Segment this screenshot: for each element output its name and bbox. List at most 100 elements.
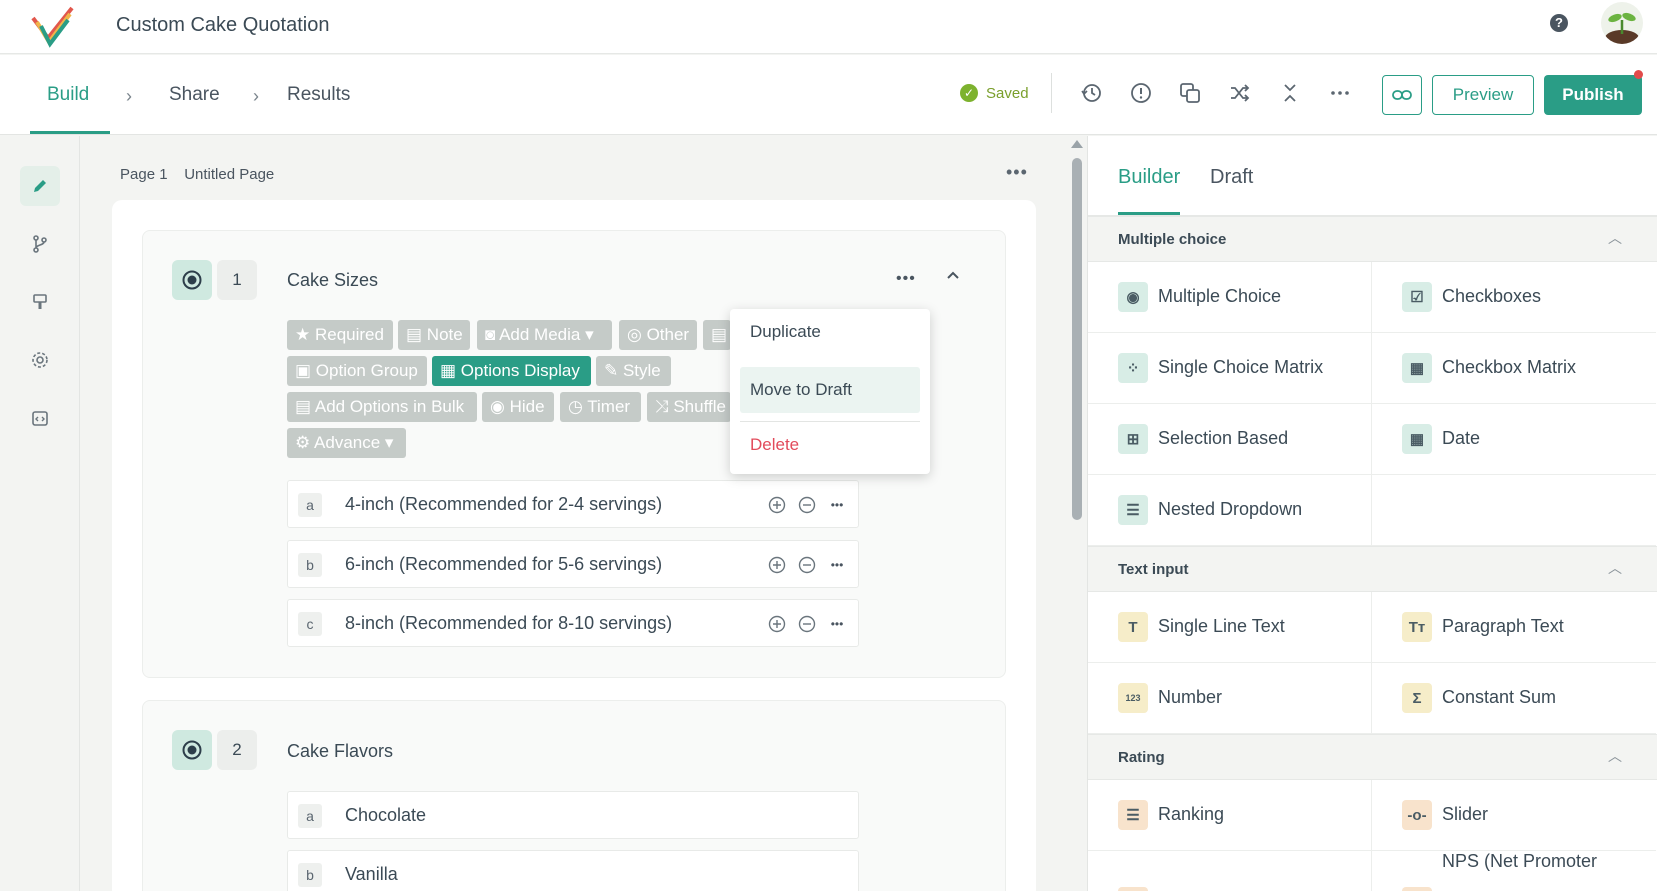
- collapse-icon[interactable]: [1277, 80, 1303, 106]
- section-text-input[interactable]: Text input ︿: [1088, 546, 1657, 592]
- gear-icon[interactable]: [20, 340, 60, 380]
- type-ranking[interactable]: ☰ Ranking: [1088, 780, 1372, 851]
- type-single-line-text[interactable]: T Single Line Text: [1088, 592, 1372, 663]
- section-multiple-choice[interactable]: Multiple choice ︿: [1088, 216, 1657, 262]
- question-more-icon[interactable]: •••: [896, 270, 916, 288]
- branch-icon[interactable]: [20, 224, 60, 264]
- add-option-icon[interactable]: [767, 495, 787, 515]
- chip-label: Option Group: [315, 361, 418, 380]
- advance-chip[interactable]: ⚙ Advance ▾: [287, 428, 406, 458]
- app-logo[interactable]: [30, 4, 76, 48]
- note-chip[interactable]: ▤ Note: [398, 320, 470, 350]
- remove-option-icon[interactable]: [797, 555, 817, 575]
- chip-label: Style: [622, 361, 661, 380]
- type-checkbox-matrix[interactable]: ▦ Checkbox Matrix: [1372, 333, 1656, 404]
- chevron-up-icon[interactable]: [946, 268, 960, 282]
- other-chip[interactable]: ◎ Other: [619, 320, 697, 350]
- tab-builder[interactable]: Builder: [1118, 166, 1180, 189]
- option-row[interactable]: a Chocolate: [287, 791, 859, 839]
- option-letter: b: [298, 553, 322, 577]
- paint-icon[interactable]: [20, 282, 60, 322]
- page-name[interactable]: Untitled Page: [184, 166, 274, 183]
- hide-chip[interactable]: ◉ Hide: [482, 392, 554, 422]
- add-option-icon[interactable]: [767, 555, 787, 575]
- shuffle-icon[interactable]: [1227, 80, 1253, 106]
- option-group-chip[interactable]: ▣ Option Group: [287, 356, 427, 386]
- required-chip[interactable]: ★ Required: [287, 320, 393, 350]
- shuffle-chip[interactable]: ⤨ Shuffle: [647, 392, 731, 422]
- type-slider[interactable]: -o- Slider: [1372, 780, 1656, 851]
- list-icon: ▤: [711, 325, 728, 344]
- type-multiple-choice[interactable]: ◉ Multiple Choice: [1088, 262, 1372, 333]
- type-date[interactable]: ▦ Date: [1372, 404, 1656, 475]
- option-row[interactable]: c 8-inch (Recommended for 8-10 servings)…: [287, 599, 859, 647]
- preview-button[interactable]: Preview: [1432, 75, 1534, 115]
- link-button[interactable]: [1382, 75, 1422, 115]
- chevron-up-icon[interactable]: ︿: [1608, 746, 1622, 766]
- option-more-icon[interactable]: •••: [827, 614, 847, 634]
- remove-option-icon[interactable]: [797, 495, 817, 515]
- text-icon: T: [1118, 612, 1148, 642]
- type-nested-dropdown[interactable]: ☰ Nested Dropdown: [1088, 475, 1372, 546]
- menu-item-duplicate[interactable]: Duplicate: [740, 309, 920, 355]
- scrollbar-thumb[interactable]: [1072, 158, 1082, 520]
- option-more-icon[interactable]: •••: [827, 555, 847, 575]
- chip-label: Timer: [587, 397, 631, 416]
- option-text[interactable]: 8-inch (Recommended for 8-10 servings): [345, 613, 672, 634]
- option-row[interactable]: a 4-inch (Recommended for 2-4 servings) …: [287, 480, 859, 528]
- radio-icon: ◉: [1118, 282, 1148, 312]
- option-row[interactable]: b 6-inch (Recommended for 5-6 servings) …: [287, 540, 859, 588]
- avatar[interactable]: [1601, 2, 1643, 44]
- add-options-bulk-chip[interactable]: ▤ Add Options in Bulk: [287, 392, 477, 422]
- brush-icon: ✎: [604, 361, 623, 380]
- tab-draft[interactable]: Draft: [1210, 166, 1253, 189]
- section-rating[interactable]: Rating ︿: [1088, 734, 1657, 780]
- publish-button[interactable]: Publish: [1544, 75, 1642, 115]
- tab-results[interactable]: Results: [287, 84, 350, 106]
- tab-build[interactable]: Build: [47, 84, 89, 106]
- add-option-icon[interactable]: [767, 614, 787, 634]
- question-title[interactable]: Cake Sizes: [287, 270, 378, 291]
- type-rating-partial[interactable]: [1088, 851, 1372, 891]
- timer-chip[interactable]: ◷ Timer: [560, 392, 641, 422]
- tab-share[interactable]: Share: [169, 84, 220, 106]
- type-single-choice-matrix[interactable]: ⁘ Single Choice Matrix: [1088, 333, 1372, 404]
- style-chip[interactable]: ✎ Style: [596, 356, 671, 386]
- help-icon[interactable]: ?: [1550, 14, 1568, 32]
- grid-icon: ▦: [1402, 353, 1432, 383]
- type-constant-sum[interactable]: Σ Constant Sum: [1372, 663, 1656, 734]
- matrix-icon: ⁘: [1118, 353, 1148, 383]
- more-icon[interactable]: [1327, 80, 1353, 106]
- chip-label: Add Options in Bulk: [314, 397, 465, 416]
- option-text[interactable]: Chocolate: [345, 805, 426, 826]
- menu-item-move-to-draft[interactable]: Move to Draft: [740, 367, 920, 413]
- add-media-chip[interactable]: ◙ Add Media ▾: [477, 320, 612, 350]
- type-nps[interactable]: NPS (Net Promoter: [1372, 851, 1656, 891]
- pencil-icon[interactable]: [20, 166, 60, 206]
- menu-item-delete[interactable]: Delete: [740, 422, 920, 468]
- options-display-chip[interactable]: ▦ Options Display: [432, 356, 591, 386]
- option-text[interactable]: 4-inch (Recommended for 2-4 servings): [345, 494, 662, 515]
- option-text[interactable]: 6-inch (Recommended for 5-6 servings): [345, 554, 662, 575]
- page-more-icon[interactable]: •••: [1006, 162, 1028, 183]
- scroll-up-arrow-icon[interactable]: [1071, 140, 1083, 148]
- type-checkboxes[interactable]: ☑ Checkboxes: [1372, 262, 1656, 333]
- option-row[interactable]: b Vanilla: [287, 850, 859, 891]
- question-title[interactable]: Cake Flavors: [287, 741, 393, 762]
- app-title: Custom Cake Quotation: [116, 14, 330, 36]
- chevron-up-icon[interactable]: ︿: [1608, 228, 1622, 248]
- doc-icon: ▤: [295, 397, 315, 416]
- chevron-up-icon[interactable]: ︿: [1608, 558, 1622, 578]
- option-more-icon[interactable]: •••: [827, 495, 847, 515]
- remove-option-icon[interactable]: [797, 614, 817, 634]
- history-icon[interactable]: [1078, 80, 1104, 106]
- more-chip[interactable]: ▤: [703, 320, 731, 350]
- alert-icon[interactable]: [1128, 80, 1154, 106]
- type-paragraph-text[interactable]: Tт Paragraph Text: [1372, 592, 1656, 663]
- option-text[interactable]: Vanilla: [345, 864, 398, 885]
- gear-icon: ⚙: [295, 433, 315, 452]
- copy-icon[interactable]: [1177, 80, 1203, 106]
- type-number[interactable]: 123 Number: [1088, 663, 1372, 734]
- code-icon[interactable]: [20, 398, 60, 438]
- type-selection-based[interactable]: ⊞ Selection Based: [1088, 404, 1372, 475]
